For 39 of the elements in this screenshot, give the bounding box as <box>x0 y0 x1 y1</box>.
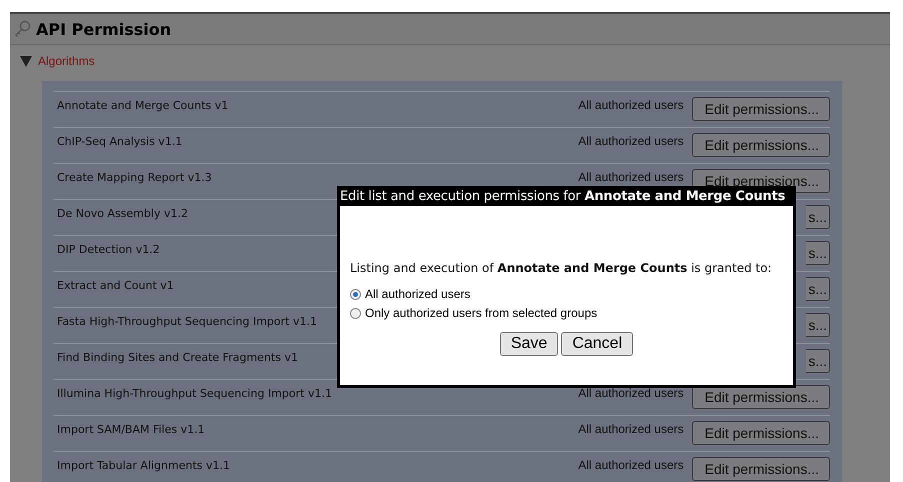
algorithm-name: De Novo Assembly v1.2 <box>57 206 188 220</box>
algorithm-name: DIP Detection v1.2 <box>57 242 160 256</box>
algorithm-name: Annotate and Merge Counts v1 <box>57 98 228 112</box>
algorithm-name: ChIP-Seq Analysis v1.1 <box>57 134 182 148</box>
edit-permissions-button[interactable]: Edit permissions... <box>692 421 830 445</box>
algorithm-name: Import Tabular Alignments v1.1 <box>57 458 230 472</box>
edit-permissions-button[interactable]: Edit permissions... <box>692 133 830 157</box>
access-label: All authorized users <box>578 421 684 436</box>
edit-permissions-button[interactable]: s... <box>806 205 830 229</box>
edit-permissions-button[interactable]: s... <box>806 349 830 373</box>
algorithm-name: Find Binding Sites and Create Fragments v1 <box>57 350 298 364</box>
edit-permissions-button[interactable]: Edit permissions... <box>692 385 830 409</box>
access-label: All authorized users <box>578 457 684 472</box>
algorithm-name: Create Mapping Report v1.3 <box>57 170 212 184</box>
algorithm-name: Fasta High-Throughput Sequencing Import v1.1 <box>57 314 317 328</box>
access-label: All authorized users <box>578 97 684 112</box>
save-button[interactable]: Save <box>500 332 558 356</box>
dialog-title: Edit list and execution permissions for Annotate and Merge Counts <box>340 189 793 206</box>
radio-button[interactable] <box>350 308 361 318</box>
section-link[interactable]: Algorithms <box>38 54 95 68</box>
access-label: All authorized users <box>578 385 684 400</box>
cancel-button[interactable]: Cancel <box>561 332 634 356</box>
radio-label: All authorized users <box>365 287 470 301</box>
edit-permissions-button[interactable]: s... <box>806 313 830 337</box>
algorithm-name: Extract and Count v1 <box>57 278 174 292</box>
algorithm-name: Import SAM/BAM Files v1.1 <box>57 422 205 436</box>
radio-label: Only authorized users from selected groups <box>365 306 598 320</box>
edit-permissions-button[interactable]: s... <box>806 277 830 301</box>
key-icon <box>14 20 32 38</box>
access-label: All authorized users <box>578 169 684 184</box>
access-label: All authorized users <box>578 133 684 148</box>
page-title: API Permission <box>36 20 172 38</box>
radio-button[interactable] <box>350 288 361 300</box>
expand-triangle-icon[interactable] <box>20 56 32 66</box>
edit-permissions-button[interactable]: s... <box>806 241 830 265</box>
edit-permissions-button[interactable]: Edit permissions... <box>692 457 830 481</box>
algorithm-name: Illumina High-Throughput Sequencing Import v1.1 <box>57 386 332 400</box>
edit-permissions-button[interactable]: Edit permissions... <box>692 97 830 121</box>
dialog-message: Listing and execution of Annotate and Merge Counts is granted to: <box>350 261 773 275</box>
